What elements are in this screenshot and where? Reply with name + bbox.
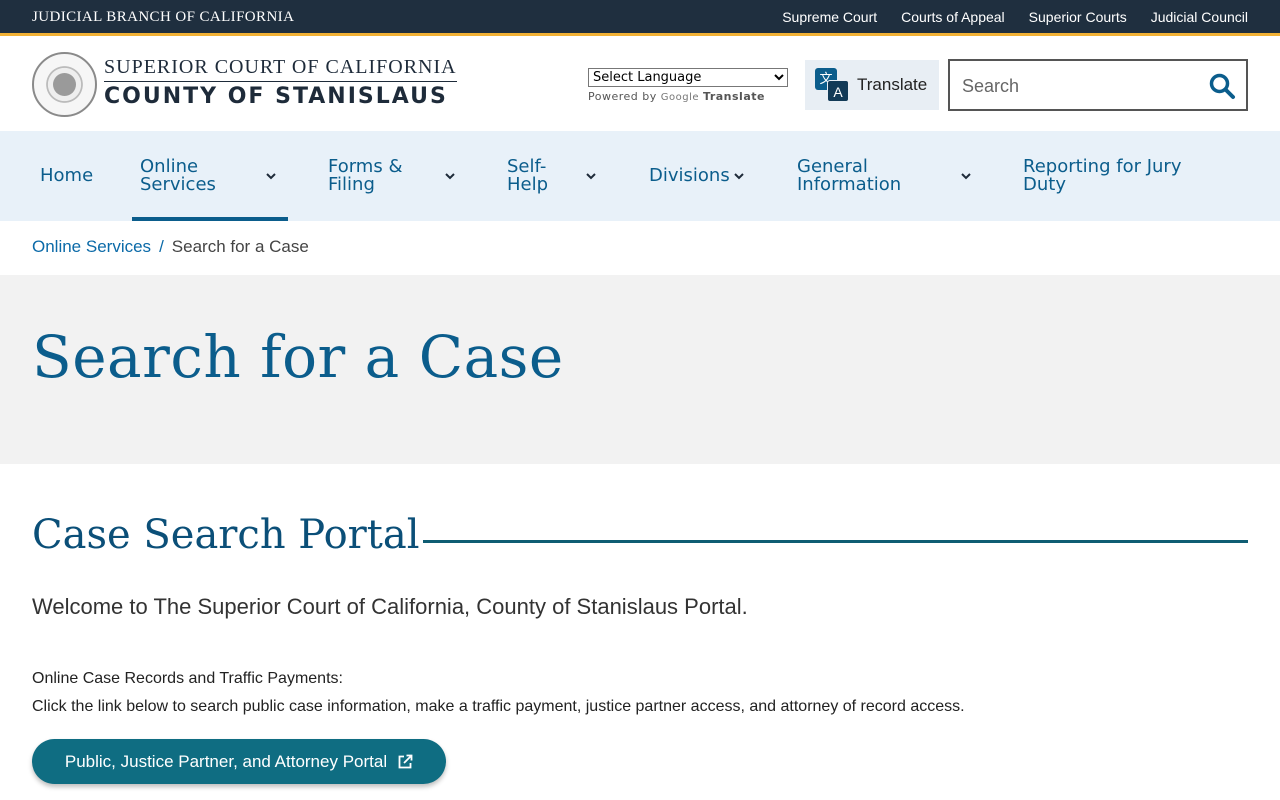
chevron-down-icon bbox=[445, 173, 455, 180]
page-title: Search for a Case bbox=[32, 323, 564, 391]
nav-jury-duty[interactable]: Reporting for Jury Duty bbox=[1023, 131, 1203, 221]
google-translate-widget: Select Language Powered by Google Transl… bbox=[588, 68, 788, 103]
external-link-icon bbox=[398, 754, 413, 768]
nav-online-services-label: Online Services bbox=[140, 156, 216, 195]
page-hero: Search for a Case bbox=[0, 275, 1280, 464]
utility-bar: JUDICIAL BRANCH OF CALIFORNIA Supreme Co… bbox=[0, 0, 1280, 36]
nav-forms-filing-label: Forms & Filing bbox=[328, 156, 403, 195]
description-text: Click the link below to search public ca… bbox=[32, 698, 965, 715]
section-divider bbox=[423, 540, 1248, 543]
nav-forms-filing[interactable]: Forms & Filing bbox=[328, 131, 458, 221]
site-search bbox=[948, 59, 1248, 111]
description-heading: Online Case Records and Traffic Payments… bbox=[32, 670, 343, 687]
supreme-court-link[interactable]: Supreme Court bbox=[782, 9, 877, 25]
court-name-line1: SUPERIOR COURT OF CALIFORNIA bbox=[104, 56, 457, 82]
search-input[interactable] bbox=[962, 73, 1202, 99]
welcome-text: Welcome to The Superior Court of Califor… bbox=[32, 594, 748, 619]
language-select[interactable]: Select Language bbox=[588, 68, 788, 87]
nav-divisions[interactable]: Divisions bbox=[649, 131, 747, 221]
google-logo: Google bbox=[660, 92, 700, 103]
nav-home[interactable]: Home bbox=[40, 131, 93, 221]
court-seal-logo[interactable] bbox=[32, 52, 97, 117]
nav-divisions-label: Divisions bbox=[649, 165, 730, 186]
powered-by-text: Powered by bbox=[588, 90, 657, 103]
superior-courts-link[interactable]: Superior Courts bbox=[1029, 9, 1127, 25]
breadcrumb-current: Search for a Case bbox=[171, 237, 309, 256]
nav-self-help-label: Self-Help bbox=[507, 156, 549, 195]
translate-button-label: Translate bbox=[857, 75, 928, 94]
judicial-branch-label[interactable]: JUDICIAL BRANCH OF CALIFORNIA bbox=[32, 9, 294, 26]
breadcrumb-online-services[interactable]: Online Services bbox=[32, 237, 151, 257]
court-name-logo[interactable]: SUPERIOR COURT OF CALIFORNIA COUNTY OF S… bbox=[104, 56, 457, 109]
translate-icon: 文 A bbox=[815, 68, 849, 102]
courts-of-appeal-link[interactable]: Courts of Appeal bbox=[901, 9, 1005, 25]
nav-online-services[interactable]: Online Services bbox=[132, 131, 288, 221]
main-nav: Home Online Services Forms & Filing Self… bbox=[0, 131, 1280, 221]
chevron-down-icon bbox=[961, 173, 971, 180]
nav-jury-duty-label: Reporting for Jury Duty bbox=[1023, 156, 1182, 195]
portal-button-label: Public, Justice Partner, and Attorney Po… bbox=[64, 751, 388, 771]
translate-button[interactable]: 文 A Translate bbox=[805, 60, 939, 110]
nav-general-information-label: General Information bbox=[797, 156, 902, 195]
chevron-down-icon bbox=[734, 173, 744, 180]
portal-button[interactable]: Public, Justice Partner, and Attorney Po… bbox=[32, 739, 446, 784]
site-header: SUPERIOR COURT OF CALIFORNIA COUNTY OF S… bbox=[0, 39, 1280, 131]
breadcrumb-separator: / bbox=[159, 237, 164, 256]
search-icon[interactable] bbox=[1208, 72, 1236, 100]
nav-general-information[interactable]: General Information bbox=[797, 131, 975, 221]
nav-self-help[interactable]: Self-Help bbox=[507, 131, 599, 221]
powered-by-google: Powered by Google Translate bbox=[588, 90, 788, 103]
chevron-down-icon bbox=[266, 173, 276, 180]
breadcrumb: Online Services / Search for a Case bbox=[32, 237, 309, 257]
nav-home-label: Home bbox=[40, 165, 94, 186]
utility-links: Supreme Court Courts of Appeal Superior … bbox=[782, 9, 1248, 25]
judicial-council-link[interactable]: Judicial Council bbox=[1151, 9, 1248, 25]
section-title: Case Search Portal bbox=[32, 512, 420, 558]
court-name-line2: COUNTY OF STANISLAUS bbox=[104, 84, 448, 109]
translate-word: Translate bbox=[703, 90, 765, 103]
chevron-down-icon bbox=[586, 173, 596, 180]
